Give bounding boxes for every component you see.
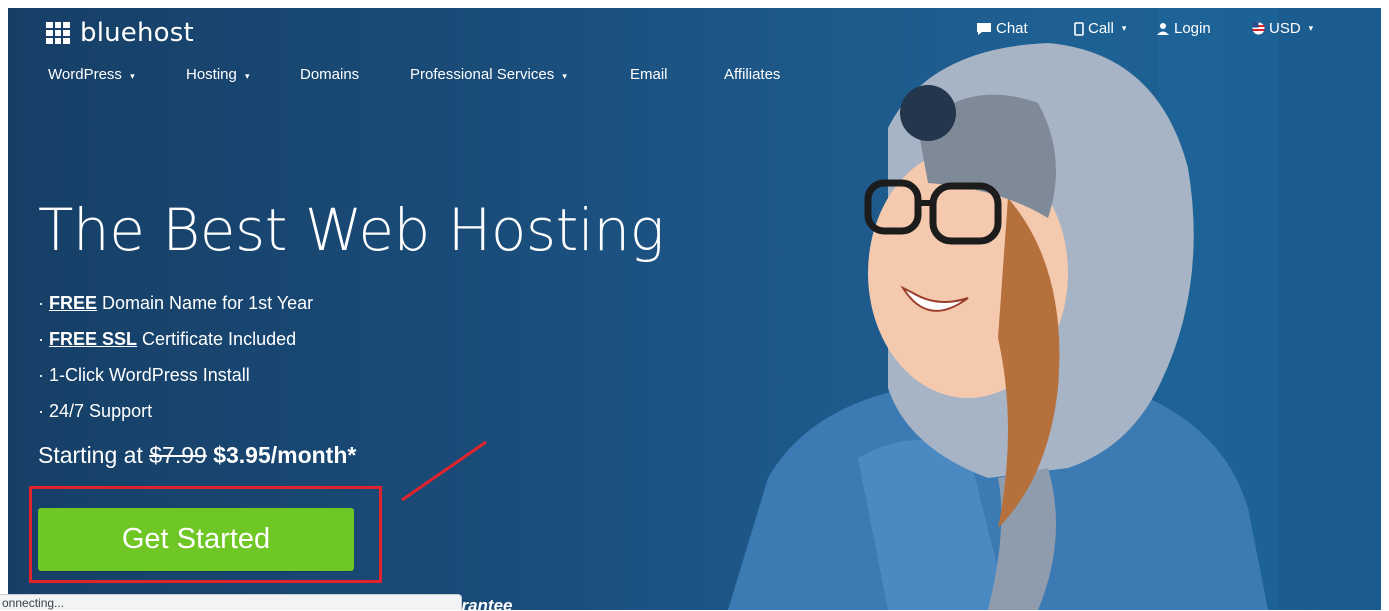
feature-text: Domain Name for 1st Year bbox=[97, 293, 314, 313]
get-started-button[interactable]: Get Started bbox=[38, 508, 354, 571]
call-label: Call bbox=[1088, 20, 1114, 37]
feature-item: · FREE Domain Name for 1st Year bbox=[38, 291, 313, 327]
feature-emphasis-link[interactable]: FREE bbox=[49, 293, 97, 313]
currency-label: USD bbox=[1269, 20, 1301, 37]
nav-item-label: Domains bbox=[300, 66, 360, 83]
chat-link[interactable]: Chat bbox=[976, 20, 1028, 37]
nav-item-wordpress[interactable]: WordPress ▾ bbox=[48, 66, 135, 83]
nav-item-label: Affiliates bbox=[724, 66, 781, 83]
bullet: · bbox=[38, 401, 44, 421]
hero-headline: The Best Web Hosting bbox=[38, 196, 665, 264]
nav-item-label: Email bbox=[630, 66, 668, 83]
nav-item-professional-services[interactable]: Professional Services ▾ bbox=[410, 66, 567, 83]
chat-label: Chat bbox=[996, 20, 1028, 37]
feature-text: 24/7 Support bbox=[49, 401, 153, 421]
chevron-down-icon: ▾ bbox=[245, 71, 250, 81]
nav-item-affiliates[interactable]: Affiliates bbox=[724, 66, 780, 83]
chevron-down-icon: ▾ bbox=[1308, 23, 1314, 33]
nav-item-hosting[interactable]: Hosting ▾ bbox=[186, 66, 250, 83]
feature-text: 1-Click WordPress Install bbox=[49, 365, 250, 385]
nav-item-email[interactable]: Email bbox=[630, 66, 668, 83]
bullet: · bbox=[38, 365, 44, 385]
call-link[interactable]: Call ▾ bbox=[1074, 20, 1126, 37]
bullet: · bbox=[38, 293, 44, 313]
feature-emphasis-link[interactable]: FREE SSL bbox=[49, 329, 137, 349]
nav-item-label: Professional Services bbox=[410, 66, 555, 83]
us-flag-icon bbox=[1252, 22, 1265, 35]
feature-item: · 1-Click WordPress Install bbox=[38, 363, 313, 399]
nav-item-domains[interactable]: Domains bbox=[300, 66, 359, 83]
feature-list: · FREE Domain Name for 1st Year · FREE S… bbox=[38, 291, 313, 435]
utility-nav: Chat Call ▾ Login USD ▾ bbox=[8, 20, 1381, 42]
login-link[interactable]: Login bbox=[1156, 20, 1211, 37]
old-price: $7.99 bbox=[149, 442, 207, 468]
pricing-line: Starting at $7.99 $3.95/month* bbox=[38, 442, 356, 469]
nav-item-label: Hosting bbox=[186, 66, 237, 83]
currency-selector[interactable]: USD ▾ bbox=[1252, 20, 1313, 37]
feature-item: · FREE SSL Certificate Included bbox=[38, 327, 313, 363]
hero-section: bluehost Chat Call ▾ Login USD ▾ WordPre… bbox=[8, 8, 1381, 610]
feature-text: Certificate Included bbox=[137, 329, 297, 349]
chevron-down-icon: ▾ bbox=[130, 71, 135, 81]
chevron-down-icon: ▾ bbox=[562, 71, 567, 81]
phone-icon bbox=[1074, 21, 1084, 36]
chevron-down-icon: ▾ bbox=[1121, 23, 1127, 33]
price-prefix: Starting at bbox=[38, 442, 150, 468]
chat-bubble-icon bbox=[977, 22, 991, 35]
bullet: · bbox=[38, 329, 44, 349]
user-icon bbox=[1157, 22, 1169, 35]
browser-status-bar: onnecting... bbox=[0, 594, 462, 610]
login-label: Login bbox=[1174, 20, 1211, 37]
nav-item-label: WordPress bbox=[48, 66, 122, 83]
feature-item: · 24/7 Support bbox=[38, 399, 313, 435]
new-price: $3.95/month* bbox=[213, 442, 357, 468]
